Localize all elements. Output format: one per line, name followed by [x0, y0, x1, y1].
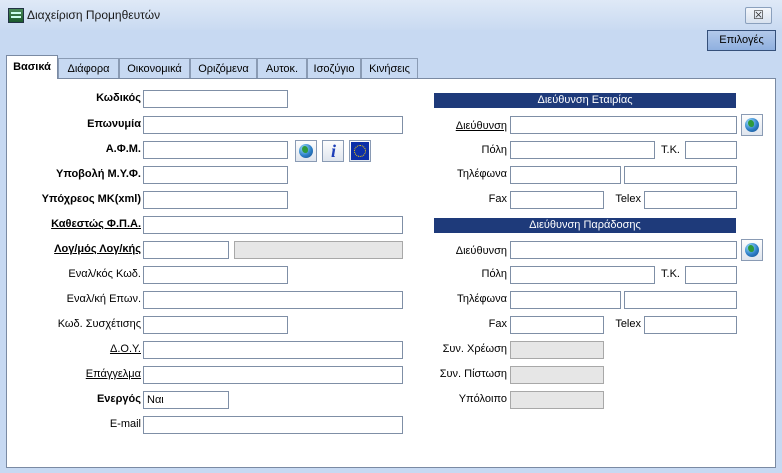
mk-xml-label: Υπόχρεος ΜΚ(xml)	[41, 193, 141, 205]
tab-basic[interactable]: Βασικά	[6, 55, 58, 79]
info-icon: i	[330, 141, 336, 161]
company-address-input[interactable]	[510, 116, 737, 134]
globe-icon	[745, 118, 759, 132]
active-label: Ενεργός	[96, 393, 141, 405]
name-input[interactable]	[143, 116, 403, 134]
name-label: Επωνυμία	[87, 118, 141, 130]
account-description	[234, 241, 403, 259]
myf-submission-input[interactable]	[143, 166, 288, 184]
company-address-header: Διεύθυνση Εταιρίας	[434, 93, 736, 108]
title-bar: Διαχείριση Προμηθευτών ☒	[0, 0, 782, 30]
code-label: Κωδικός	[96, 92, 141, 104]
vat-status-label[interactable]: Καθεστώς Φ.Π.Α.	[51, 218, 141, 230]
vat-status-input[interactable]	[143, 216, 403, 234]
company-zip-input[interactable]	[685, 141, 737, 159]
delivery-address-input[interactable]	[510, 241, 737, 259]
alt-name-label: Εναλ/κή Επων.	[66, 293, 141, 305]
options-button[interactable]: Επιλογές	[707, 30, 776, 51]
tab-balance[interactable]: Ισοζύγιο	[307, 58, 361, 78]
eu-vies-button[interactable]	[349, 140, 371, 162]
email-label: E-mail	[109, 418, 141, 430]
delivery-map-button[interactable]	[741, 239, 763, 261]
app-icon	[8, 8, 24, 23]
main-panel: Κωδικός Επωνυμία Α.Φ.Μ. i Υποβολή Μ.Υ.Φ.…	[6, 78, 776, 468]
company-telex-label: Telex	[615, 193, 641, 205]
tab-financial[interactable]: Οικονομικά	[119, 58, 190, 78]
delivery-city-input[interactable]	[510, 266, 655, 284]
delivery-fax-input[interactable]	[510, 316, 604, 334]
company-fax-label: Fax	[488, 193, 507, 205]
company-city-label: Πόλη	[481, 144, 507, 156]
relation-code-label: Κωδ. Συσχέτισης	[57, 318, 141, 330]
delivery-zip-input[interactable]	[685, 266, 737, 284]
profession-input[interactable]	[143, 366, 403, 384]
email-input[interactable]	[143, 416, 403, 434]
account-input[interactable]	[143, 241, 229, 259]
company-phone1-input[interactable]	[510, 166, 621, 184]
tax-office-label[interactable]: Δ.Ο.Υ.	[110, 343, 141, 355]
total-debit-label: Συν. Χρέωση	[442, 343, 507, 355]
alt-name-input[interactable]	[143, 291, 403, 309]
total-debit-value	[510, 341, 604, 359]
company-telex-input[interactable]	[644, 191, 737, 209]
myf-submission-label: Υποβολή Μ.Υ.Φ.	[56, 168, 141, 180]
tab-defined[interactable]: Οριζόμενα	[190, 58, 257, 78]
delivery-telex-input[interactable]	[644, 316, 737, 334]
relation-code-input[interactable]	[143, 316, 288, 334]
tab-bar: Βασικά Διάφορα Οικονομικά Οριζόμενα Αυτο…	[6, 55, 776, 79]
afm-label: Α.Φ.Μ.	[105, 143, 141, 155]
close-button[interactable]: ☒	[745, 7, 772, 24]
delivery-telex-label: Telex	[615, 318, 641, 330]
account-label[interactable]: Λογ/μός Λογ/κής	[54, 243, 141, 255]
company-city-input[interactable]	[510, 141, 655, 159]
total-credit-value	[510, 366, 604, 384]
eu-flag-icon	[351, 142, 369, 160]
globe-icon	[745, 243, 759, 257]
delivery-fax-label: Fax	[488, 318, 507, 330]
total-credit-label: Συν. Πίστωση	[439, 368, 507, 380]
tax-office-input[interactable]	[143, 341, 403, 359]
tab-transactions[interactable]: Κινήσεις	[361, 58, 418, 78]
company-phone2-input[interactable]	[624, 166, 737, 184]
company-address-label[interactable]: Διεύθυνση	[456, 120, 507, 132]
mk-xml-input[interactable]	[143, 191, 288, 209]
window-title: Διαχείριση Προμηθευτών	[27, 8, 161, 22]
globe-icon	[299, 144, 313, 158]
company-map-button[interactable]	[741, 114, 763, 136]
company-phones-label: Τηλέφωνα	[456, 168, 507, 180]
globe-button[interactable]	[295, 140, 317, 162]
delivery-address-header: Διεύθυνση Παράδοσης	[434, 218, 736, 233]
info-button[interactable]: i	[322, 140, 344, 162]
tab-auto[interactable]: Αυτοκ.	[257, 58, 307, 78]
alt-code-label: Εναλ/κός Κωδ.	[68, 268, 141, 280]
code-input[interactable]	[143, 90, 288, 108]
afm-input[interactable]	[143, 141, 288, 159]
balance-value	[510, 391, 604, 409]
delivery-zip-label: Τ.Κ.	[661, 268, 680, 280]
profession-label[interactable]: Επάγγελμα	[86, 368, 141, 380]
delivery-address-label: Διεύθυνση	[455, 245, 507, 257]
delivery-phones-label: Τηλέφωνα	[456, 293, 507, 305]
active-select[interactable]: Ναι	[143, 391, 229, 409]
balance-label: Υπόλοιπο	[458, 393, 507, 405]
company-fax-input[interactable]	[510, 191, 604, 209]
alt-code-input[interactable]	[143, 266, 288, 284]
delivery-phone1-input[interactable]	[510, 291, 621, 309]
delivery-city-label: Πόλη	[481, 268, 507, 280]
delivery-phone2-input[interactable]	[624, 291, 737, 309]
company-zip-label: Τ.Κ.	[661, 144, 680, 156]
tab-misc[interactable]: Διάφορα	[58, 58, 119, 78]
